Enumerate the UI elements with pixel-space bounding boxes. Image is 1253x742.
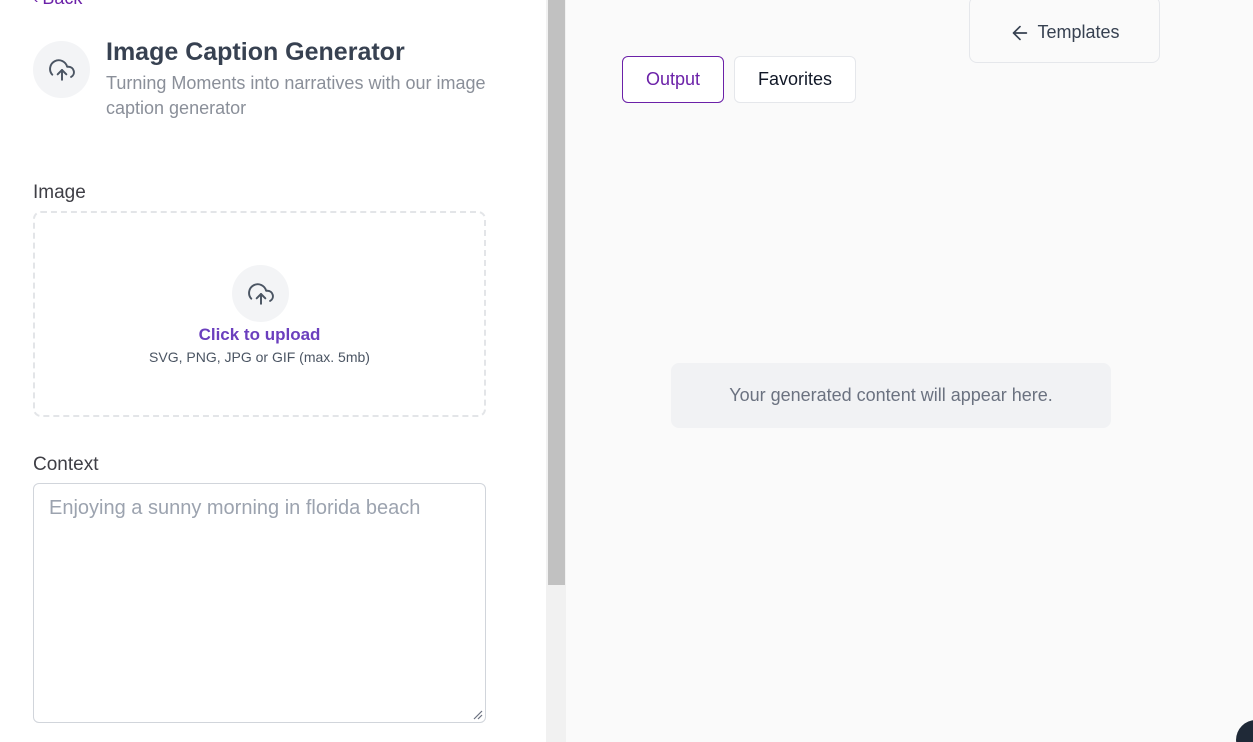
form-panel: ‹ Back Image Caption Generator Turning M… bbox=[0, 0, 546, 742]
click-to-upload-link[interactable]: Click to upload bbox=[35, 325, 484, 345]
templates-button-label: Templates bbox=[1037, 22, 1120, 42]
context-field-label: Context bbox=[33, 454, 99, 475]
page-title: Image Caption Generator bbox=[106, 38, 405, 66]
upload-file-hint: SVG, PNG, JPG or GIF (max. 5mb) bbox=[149, 349, 370, 365]
templates-button[interactable]: Templates bbox=[969, 0, 1160, 63]
upload-cloud-icon bbox=[33, 41, 90, 98]
image-field-label: Image bbox=[33, 182, 86, 203]
empty-output-message: Your generated content will appear here. bbox=[671, 363, 1111, 428]
arrow-left-icon bbox=[1013, 25, 1028, 40]
chevron-left-icon: ‹ bbox=[33, 0, 38, 8]
page-subtitle: Turning Moments into narratives with our… bbox=[106, 73, 486, 118]
back-link[interactable]: ‹ Back bbox=[33, 0, 82, 9]
tab-output[interactable]: Output bbox=[622, 56, 724, 103]
back-link-label: Back bbox=[42, 0, 82, 9]
image-upload-dropzone[interactable]: Click to upload SVG, PNG, JPG or GIF (ma… bbox=[33, 211, 486, 417]
upload-cloud-icon bbox=[232, 265, 289, 322]
scrollbar-thumb[interactable] bbox=[548, 0, 565, 585]
tab-favorites[interactable]: Favorites bbox=[734, 56, 856, 103]
context-textarea[interactable] bbox=[33, 483, 486, 723]
resize-handle-icon[interactable] bbox=[472, 709, 483, 720]
